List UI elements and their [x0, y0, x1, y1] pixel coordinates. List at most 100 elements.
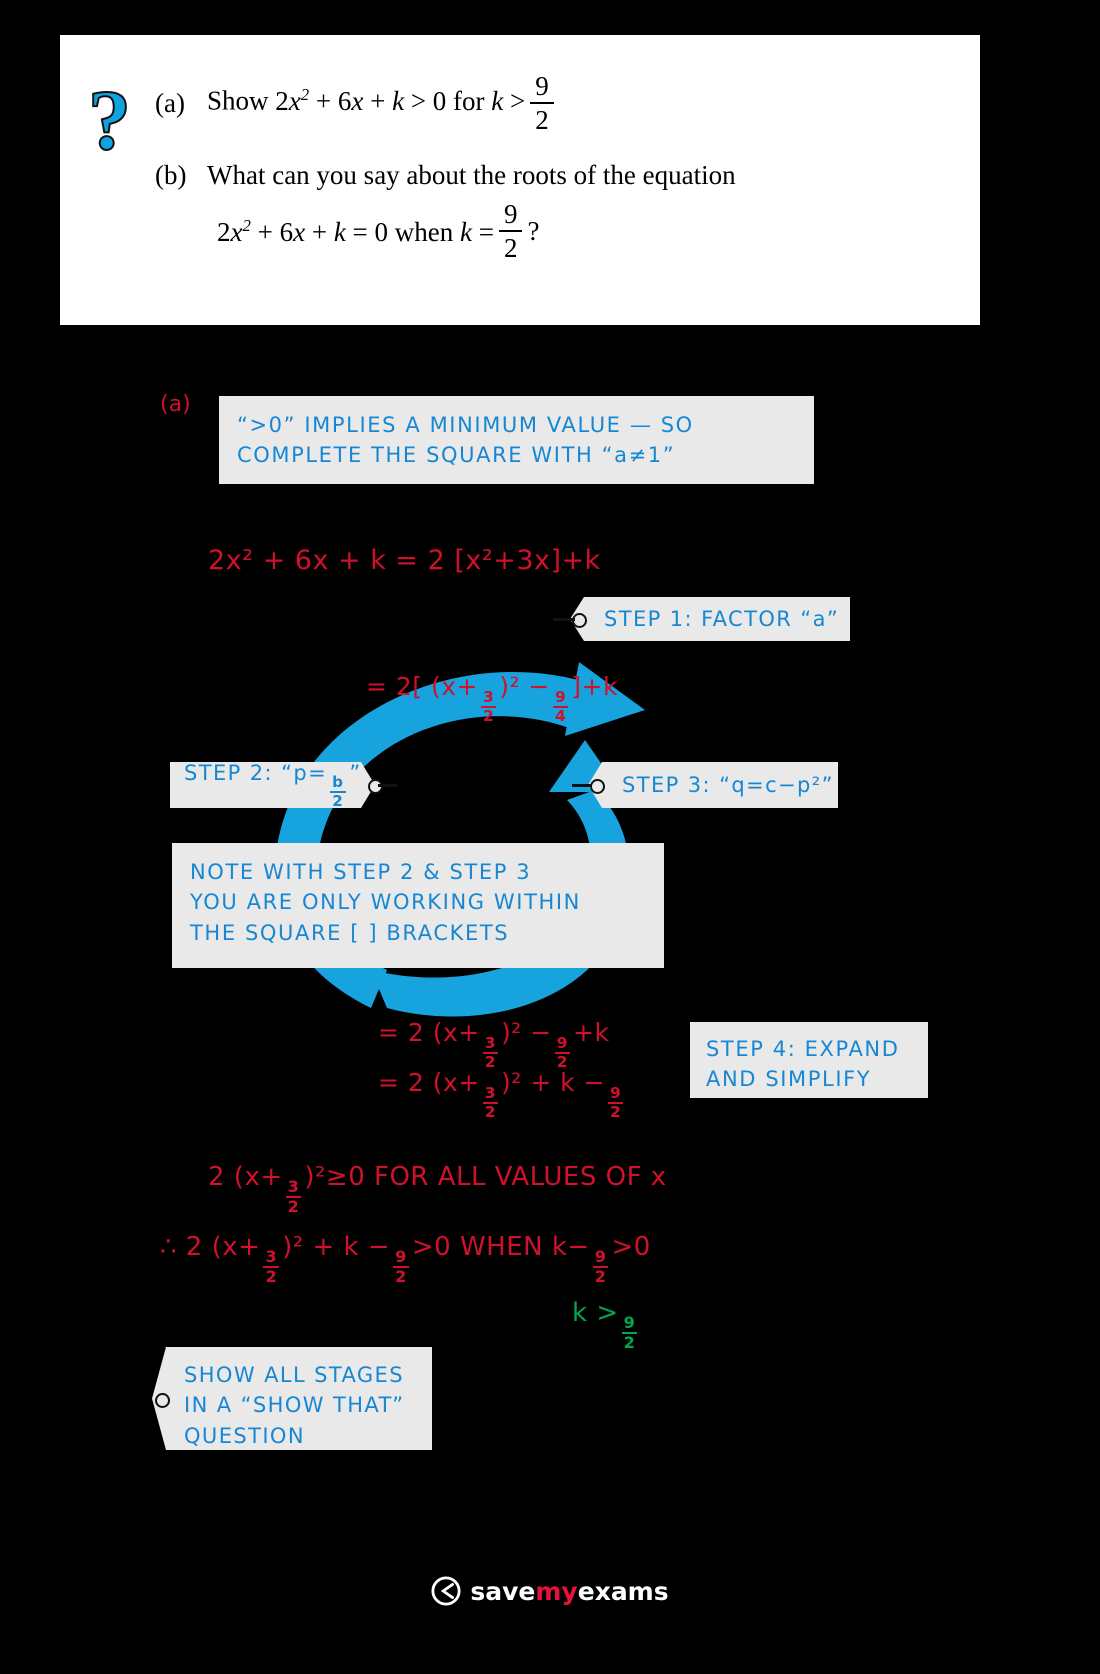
note-box: NOTE WITH STEP 2 & STEP 3 YOU ARE ONLY W… — [172, 843, 664, 968]
brand-save: save — [470, 1576, 536, 1606]
part-b-frac-denominator: 2 — [503, 233, 518, 263]
step-2-label: STEP 2: “p= b 2” — [184, 761, 362, 809]
wl4-f2-den: 2 — [610, 1103, 622, 1122]
step-4-line-1: STEP 4: EXPAND — [706, 1037, 900, 1061]
tip-line-3: QUESTION — [184, 1423, 305, 1448]
step-2-callout: STEP 2: “p= b 2” — [170, 762, 375, 808]
note-line-2: YOU ARE ONLY WORKING WITHIN — [190, 890, 581, 915]
answer-part-a-label: (a) — [160, 392, 191, 417]
working-line-4-frac-2: 92 — [608, 1085, 624, 1122]
part-a-label: (a) — [155, 88, 185, 118]
wl3-f2-num: 9 — [554, 1035, 571, 1055]
part-a-frac-numerator: 9 — [530, 73, 554, 104]
wl4-f1-den: 2 — [484, 1103, 497, 1122]
wl6-f2-den: 2 — [395, 1267, 407, 1287]
hint-note-box: “>0” IMPLIES A MINIMUM VALUE — SO COMPLE… — [219, 396, 814, 484]
wl2-f1-den: 2 — [483, 707, 495, 726]
tip-line-1: SHOW ALL STAGES — [184, 1363, 404, 1387]
final-answer-pre: k > — [572, 1298, 619, 1328]
working-line-2-frac-2: 94 — [552, 689, 569, 726]
step-3-eyelet-icon — [590, 779, 605, 794]
step-2-prefix: STEP 2: “p= — [184, 760, 328, 785]
part-b-tail: ? — [527, 216, 540, 246]
working-line-4-pre: = 2 (x+ — [378, 1068, 480, 1097]
tip-eyelet-icon — [155, 1393, 170, 1408]
tip-line-2: IN A “SHOW THAT” — [184, 1393, 405, 1418]
question-part-b: (b) What can you say about the roots of … — [155, 160, 960, 191]
part-b-line1: What can you say about the roots of the … — [207, 160, 736, 190]
step-1-callout: STEP 1: FACTOR “a” — [570, 597, 850, 641]
note-line-1: NOTE WITH STEP 2 & STEP 3 — [190, 860, 532, 884]
final-frac-den: 2 — [623, 1333, 636, 1353]
wl5-f-den: 2 — [287, 1197, 300, 1217]
wl6-f3-den: 2 — [594, 1267, 607, 1287]
working-line-2-mid: )² − — [499, 672, 550, 701]
working-line-6-frac-2: 92 — [393, 1249, 409, 1285]
working-line-2-frac-1: 32 — [481, 689, 497, 726]
step-4-callout: STEP 4: EXPAND AND SIMPLIFY — [690, 1022, 928, 1098]
therefore-symbol: ∴ — [160, 1232, 178, 1262]
part-b-frac-numerator: 9 — [498, 201, 523, 232]
question-body: (a) Show 2x2 + 6x + k > 0 for k >9 2 (b) … — [155, 73, 960, 262]
working-line-6-frac-3: 92 — [592, 1249, 609, 1287]
part-b-fraction: 92 — [498, 201, 523, 263]
working-line-6-post: >0 WHEN k− — [411, 1232, 590, 1262]
working-line-2-post: ]+k — [571, 672, 618, 701]
step-1-leader-line — [553, 618, 575, 621]
question-part-a: (a) Show 2x2 + 6x + k > 0 for k >9 2 — [155, 73, 960, 134]
final-answer-fraction: 92 — [621, 1315, 638, 1353]
wl6-f1-num: 3 — [263, 1249, 280, 1269]
wl6-f1-den: 2 — [265, 1267, 278, 1287]
brand-wordmark: savemyexams — [470, 1577, 668, 1606]
part-a-prefix: Show — [207, 85, 276, 116]
note-line-3: THE SQUARE [ ] BRACKETS — [190, 920, 510, 945]
wl4-f1-num: 3 — [482, 1085, 499, 1105]
hint-line-1: “>0” IMPLIES A MINIMUM VALUE — SO — [237, 413, 694, 437]
working-line-3-pre: = 2 (x+ — [378, 1018, 480, 1047]
step-2-eyelet-icon — [368, 779, 383, 794]
working-line-3-frac-2: 92 — [554, 1035, 571, 1071]
brand-my: my — [535, 1576, 578, 1606]
working-line-5: 2 (x+ 3 2)²≥0 FOR ALL VALUES OF x — [208, 1162, 667, 1216]
hint-line-2: COMPLETE THE SQUARE WITH “a≠1” — [237, 443, 676, 468]
working-line-2: = 2[ (x+ 3 2)² −9 4]+k — [366, 672, 618, 725]
wl2-f2-num: 9 — [552, 689, 569, 709]
part-b-expression: 2x2 + 6x + k = 0 when k = — [217, 215, 494, 247]
part-a-text: Show 2x2 + 6x + k > 0 for k >9 2 — [207, 73, 559, 134]
step-1-eyelet-icon — [572, 613, 587, 628]
step-1-label: STEP 1: FACTOR “a” — [604, 607, 840, 631]
part-a-expression: 2x2 + 6x + k > 0 for k > — [275, 84, 526, 116]
step-3-label: STEP 3: “q=c−p²” — [622, 773, 834, 797]
tip-callout: SHOW ALL STAGES IN A “SHOW THAT” QUESTIO… — [152, 1347, 432, 1450]
save-my-exams-logo-icon — [431, 1576, 461, 1606]
working-line-2-pre: = 2[ (x+ — [366, 672, 478, 701]
wl5-f-num: 3 — [285, 1179, 302, 1199]
working-line-6-frac-1: 32 — [263, 1249, 280, 1287]
working-line-3-frac-1: 32 — [482, 1035, 499, 1071]
question-card: ? (a) Show 2x2 + 6x + k > 0 for k >9 2 (b… — [60, 35, 980, 325]
step-2-suffix: ” — [349, 760, 362, 785]
working-line-4-mid: )² + k − — [501, 1068, 606, 1097]
step-3-callout: STEP 3: “q=c−p²” — [588, 762, 838, 808]
working-line-4-frac-1: 32 — [482, 1085, 499, 1122]
working-line-1: 2x² + 6x + k = 2 [x²+3x]+k — [208, 545, 601, 576]
wl2-f2-den: 4 — [554, 707, 567, 726]
step-3-leader-line — [572, 784, 592, 787]
working-line-6-mid: )² + k − — [282, 1232, 391, 1262]
wl2-f1-num: 3 — [481, 689, 497, 709]
step-2-frac-den: 2 — [332, 791, 345, 810]
final-answer: k >9 2 — [572, 1298, 640, 1352]
question-mark-icon: ? — [87, 72, 132, 168]
part-b-label: (b) — [155, 160, 187, 190]
part-a-fraction: 92 — [530, 73, 554, 134]
step-2-fraction: b2 — [330, 775, 346, 809]
working-line-3: = 2 (x+ 3 2)² −9 2 +k — [378, 1018, 609, 1071]
working-line-4: = 2 (x+ 3 2)² + k −9 2 — [378, 1068, 626, 1121]
working-line-6-tail: >0 — [611, 1232, 651, 1262]
working-line-6-pre: 2 (x+ — [177, 1232, 261, 1262]
working-line-5-fraction: 32 — [285, 1179, 302, 1217]
step-4-line-2: AND SIMPLIFY — [706, 1067, 872, 1092]
final-frac-num: 9 — [621, 1315, 638, 1335]
step-2-frac-num: b — [330, 775, 346, 793]
wl6-f2-num: 9 — [393, 1249, 409, 1269]
